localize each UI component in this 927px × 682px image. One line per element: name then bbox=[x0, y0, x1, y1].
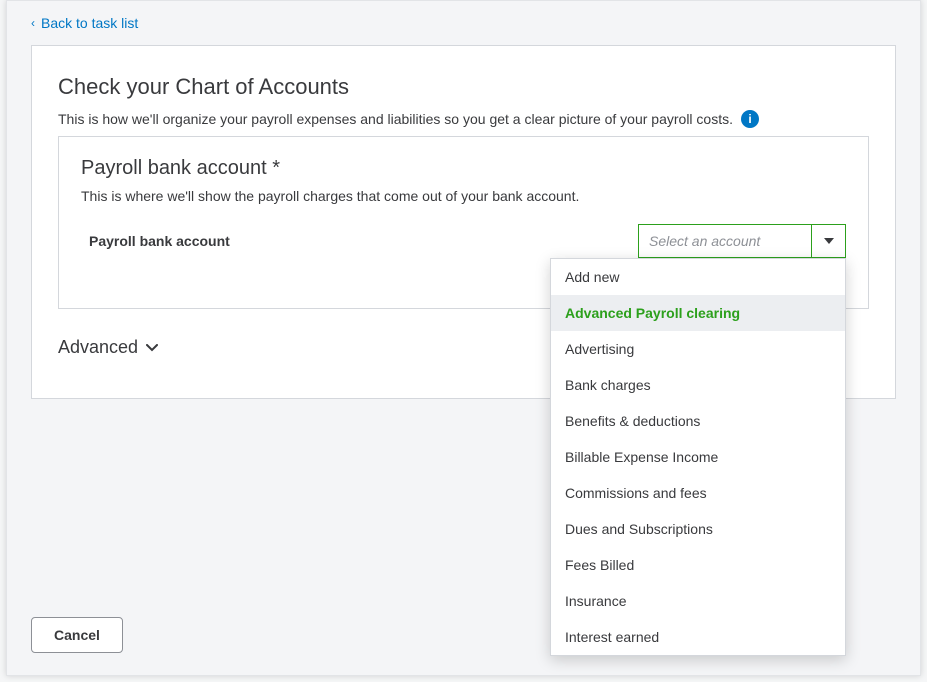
account-option[interactable]: Benefits & deductions bbox=[551, 403, 845, 439]
payroll-bank-account-section: Payroll bank account * This is where we'… bbox=[58, 136, 869, 309]
back-to-task-list-link[interactable]: ‹ Back to task list bbox=[7, 1, 138, 45]
section-description: This is where we'll show the payroll cha… bbox=[81, 188, 846, 204]
cancel-button[interactable]: Cancel bbox=[31, 617, 123, 653]
account-option[interactable]: Bank charges bbox=[551, 367, 845, 403]
page-description: This is how we'll organize your payroll … bbox=[58, 111, 733, 127]
chevron-down-icon bbox=[146, 344, 158, 352]
account-option[interactable]: Dues and Subscriptions bbox=[551, 511, 845, 547]
info-icon[interactable]: i bbox=[741, 110, 759, 128]
payroll-bank-account-field-row: Payroll bank account Select an account A… bbox=[81, 224, 846, 258]
account-option[interactable]: Advanced Payroll clearing bbox=[551, 295, 845, 331]
cancel-button-label: Cancel bbox=[54, 627, 100, 643]
app-frame: ‹ Back to task list Check your Chart of … bbox=[6, 0, 921, 676]
account-option[interactable]: Commissions and fees bbox=[551, 475, 845, 511]
account-option[interactable]: Add new bbox=[551, 259, 845, 295]
section-title: Payroll bank account * bbox=[81, 157, 846, 180]
chevron-left-icon: ‹ bbox=[31, 17, 35, 29]
account-option[interactable]: Interest earned bbox=[551, 619, 845, 655]
chevron-down-icon bbox=[811, 225, 845, 257]
account-select[interactable]: Select an account bbox=[638, 224, 846, 258]
payroll-bank-account-label: Payroll bank account bbox=[89, 233, 230, 249]
account-option[interactable]: Billable Expense Income bbox=[551, 439, 845, 475]
page-title: Check your Chart of Accounts bbox=[58, 74, 869, 100]
main-card: Check your Chart of Accounts This is how… bbox=[31, 45, 896, 399]
back-link-label: Back to task list bbox=[41, 15, 138, 31]
account-option[interactable]: Fees Billed bbox=[551, 547, 845, 583]
advanced-label: Advanced bbox=[58, 337, 138, 358]
account-select-wrap: Select an account Add newAdvanced Payrol… bbox=[638, 224, 846, 258]
page-description-row: This is how we'll organize your payroll … bbox=[58, 110, 869, 128]
account-dropdown[interactable]: Add newAdvanced Payroll clearingAdvertis… bbox=[550, 258, 846, 656]
account-option[interactable]: Insurance bbox=[551, 583, 845, 619]
account-select-placeholder: Select an account bbox=[639, 225, 811, 257]
account-option[interactable]: Advertising bbox=[551, 331, 845, 367]
